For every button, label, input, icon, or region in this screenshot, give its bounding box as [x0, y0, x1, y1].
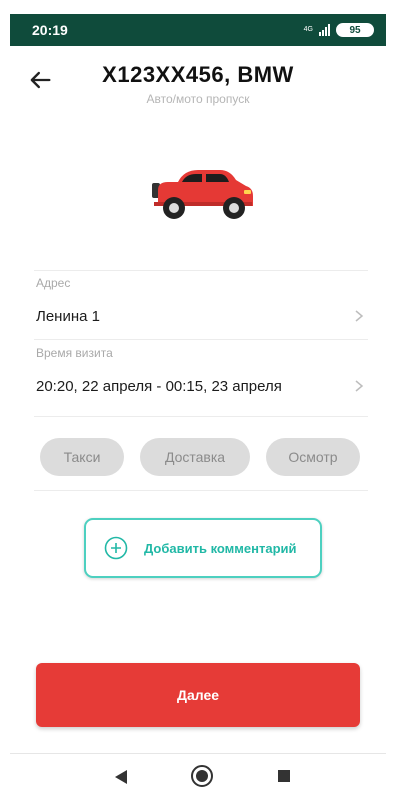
network-type-icon: 4G	[303, 26, 313, 33]
chip-delivery[interactable]: Доставка	[140, 438, 250, 476]
divider	[34, 270, 368, 271]
app-screen: X123XX456, BMW Авто/мото пропуск Адрес Л…	[10, 46, 386, 800]
page-subtitle: Авто/мото пропуск	[146, 92, 250, 106]
add-comment-label: Добавить комментарий	[144, 540, 297, 556]
address-value: Ленина 1	[36, 308, 100, 325]
system-nav-bar	[10, 753, 386, 800]
add-comment-button[interactable]: Добавить комментарий	[84, 518, 322, 578]
divider	[34, 416, 368, 417]
chip-inspection[interactable]: Осмотр	[266, 438, 360, 476]
battery-icon: 95	[336, 23, 374, 37]
chevron-right-icon	[355, 380, 364, 392]
chevron-right-icon	[355, 310, 364, 322]
visit-type-chips: Такси Доставка Осмотр	[40, 438, 360, 476]
nav-back-icon[interactable]	[114, 769, 128, 785]
chip-taxi[interactable]: Такси	[40, 438, 124, 476]
divider	[34, 490, 368, 491]
page-title: X123XX456, BMW	[102, 62, 294, 87]
visit-time-label: Время визита	[36, 346, 113, 360]
status-time: 20:19	[32, 22, 68, 38]
nav-home-icon[interactable]	[190, 764, 214, 788]
signal-icon	[319, 24, 330, 36]
visit-time-value: 20:20, 22 апреля - 00:15, 23 апреля	[36, 378, 282, 395]
address-label: Адрес	[36, 276, 71, 290]
status-bar: 20:19 4G 95	[10, 14, 386, 46]
car-icon	[152, 170, 253, 219]
nav-recents-icon[interactable]	[278, 770, 290, 782]
next-button[interactable]: Далее	[36, 663, 360, 727]
plus-circle-icon	[104, 536, 128, 560]
divider	[34, 339, 368, 340]
status-icons: 4G 95	[304, 23, 374, 37]
